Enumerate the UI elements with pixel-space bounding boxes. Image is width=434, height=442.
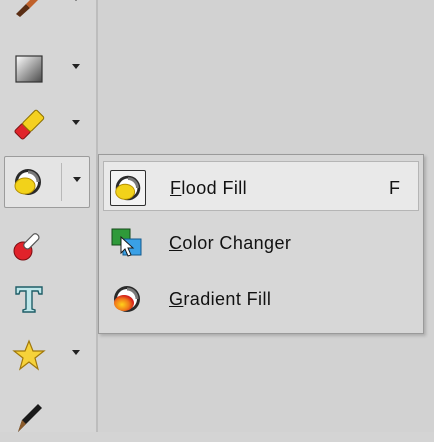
- flood-fill-icon: [110, 170, 146, 206]
- eraser-tool[interactable]: [6, 100, 90, 150]
- split-separator: [61, 163, 62, 201]
- chevron-down-icon[interactable]: [72, 350, 80, 355]
- pen-tool[interactable]: [6, 392, 90, 442]
- menu-item-gradient-fill[interactable]: Gradient Fill: [103, 273, 419, 323]
- text-icon: [15, 286, 43, 313]
- menu-item-flood-fill[interactable]: Flood Fill F: [103, 161, 419, 211]
- chevron-down-icon[interactable]: [72, 0, 80, 1]
- flood-fill-icon: [14, 169, 41, 195]
- menu-item-label: Color Changer: [169, 233, 292, 253]
- eyedropper-icon: [13, 233, 40, 261]
- pen-icon: [18, 404, 42, 432]
- eraser-icon: [14, 109, 45, 140]
- fill-tool-menu: Flood Fill F Color Changer Gradient Fill: [98, 154, 424, 334]
- chevron-down-icon[interactable]: [72, 64, 80, 69]
- color-changer-icon: [111, 228, 142, 257]
- menu-item-label: Gradient Fill: [169, 289, 272, 309]
- fill-tool[interactable]: [4, 156, 90, 208]
- shortcut-label: F: [389, 178, 400, 198]
- brush-tool[interactable]: [6, 0, 90, 26]
- rectangle-tool[interactable]: [6, 44, 90, 94]
- gradient-fill-icon: [114, 286, 140, 312]
- brush-icon: [16, 0, 38, 17]
- eyedropper-tool[interactable]: [6, 220, 90, 270]
- tools-toolbar: [0, 0, 96, 432]
- gradient-rectangle-icon: [15, 55, 43, 83]
- chevron-down-icon[interactable]: [72, 120, 80, 125]
- menu-item-label: Flood Fill: [170, 178, 248, 198]
- star-icon: [12, 339, 46, 371]
- menu-item-color-changer[interactable]: Color Changer: [103, 217, 419, 267]
- text-tool[interactable]: [6, 274, 90, 324]
- shape-tool[interactable]: [6, 330, 90, 380]
- chevron-down-icon[interactable]: [73, 177, 81, 182]
